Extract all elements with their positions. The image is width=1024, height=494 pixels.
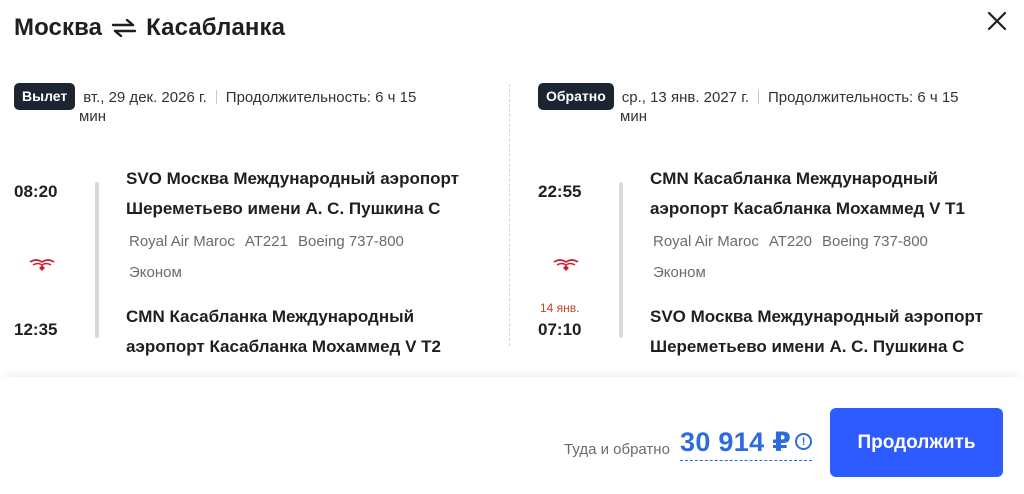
arrival-airport: SVO Москва Международный аэропорт Шереме…	[650, 307, 983, 356]
royal-air-maroc-logo	[29, 259, 55, 271]
aircraft-type: Boeing 737-800	[297, 233, 404, 250]
aircraft-type: Boeing 737-800	[821, 233, 928, 250]
continue-button[interactable]: Продолжить	[830, 408, 1003, 477]
arrival-time: 12:35	[14, 320, 58, 339]
route-line	[95, 182, 99, 338]
return-badge: Обратно	[538, 82, 614, 110]
departure-airport: SVO Москва Международный аэропорт Шереме…	[126, 169, 459, 218]
arrival-airport: CMN Касабланка Международный аэропорт Ка…	[126, 307, 441, 356]
route-header: Москва Касабланка	[14, 10, 285, 46]
royal-air-maroc-logo	[553, 259, 579, 271]
return-date: ср., 13 янв. 2027 г.	[621, 89, 750, 106]
route-line	[619, 182, 623, 338]
cabin-class: Эконом	[653, 264, 706, 281]
close-button[interactable]	[984, 8, 1010, 34]
meta-divider	[215, 90, 217, 105]
column-divider	[509, 84, 510, 346]
outbound-date: вт., 29 дек. 2026 г.	[83, 89, 207, 106]
origin-city: Москва	[14, 14, 103, 41]
total-price[interactable]: 30 914 ₽!	[680, 425, 813, 461]
arrival-time: 07:10	[538, 320, 582, 339]
return-duration: Продолжительность: 6 ч 15	[768, 89, 959, 106]
return-flight: Обратно ср., 13 янв. 2027 г. Продолжительн…	[538, 82, 1024, 356]
flight-details: Royal Air Maroc AT220 Boeing 737-800	[653, 227, 928, 257]
flight-number: AT220	[768, 233, 812, 250]
departure-airport: CMN Касабланка Международный аэропорт Ка…	[650, 169, 965, 218]
outbound-badge: Вылет	[14, 82, 76, 110]
swap-arrows-icon	[111, 19, 137, 37]
info-icon[interactable]: !	[795, 433, 813, 451]
flight-number: AT221	[244, 233, 288, 250]
close-icon	[987, 11, 1007, 31]
arrival-date-change: 14 янв.	[540, 301, 580, 315]
departure-time: 22:55	[538, 182, 582, 201]
cabin-class: Эконом	[129, 264, 182, 281]
destination-city: Касабланка	[146, 14, 286, 41]
price-value: 30 914 ₽	[680, 427, 792, 457]
booking-footer: Туда и обратно 30 914 ₽! Продолжить	[0, 377, 1024, 494]
airline-name: Royal Air Maroc	[653, 233, 759, 250]
airline-name: Royal Air Maroc	[129, 233, 235, 250]
meta-divider	[758, 90, 760, 105]
outbound-flight: Вылет вт., 29 дек. 2026 г. Продолжительнос…	[14, 82, 504, 356]
total-label: Туда и обратно	[564, 441, 670, 458]
departure-time: 08:20	[14, 182, 58, 201]
outbound-duration: Продолжительность: 6 ч 15	[225, 89, 417, 106]
flight-details: Royal Air Maroc AT221 Boeing 737-800	[129, 227, 404, 257]
return-meta: Обратно ср., 13 янв. 2027 г. Продолжительн…	[538, 82, 1024, 113]
